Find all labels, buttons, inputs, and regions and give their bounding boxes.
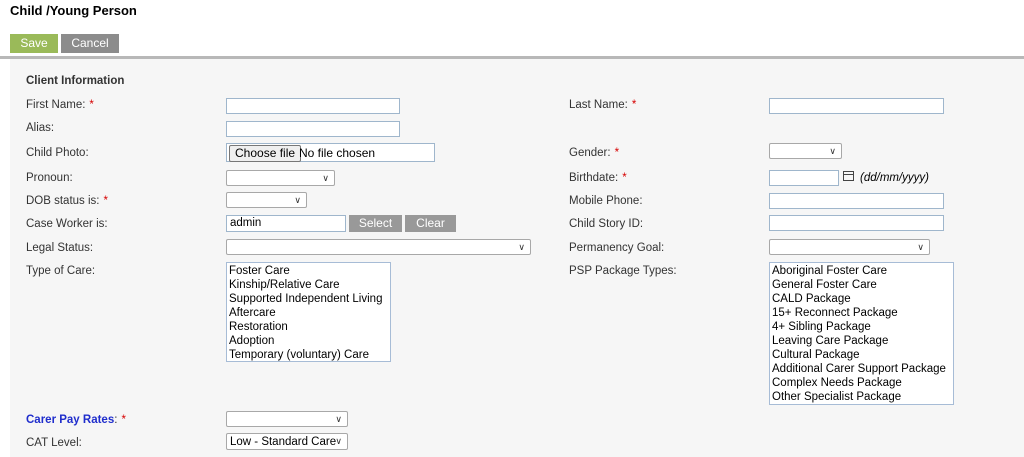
chevron-down-icon: ∨ [294, 195, 301, 205]
gender-label: Gender: * [569, 147, 620, 159]
list-item[interactable]: Additional Carer Support Package [772, 362, 951, 376]
chevron-down-icon: ∨ [322, 173, 329, 183]
first-name-input[interactable] [226, 98, 400, 114]
chevron-down-icon: ∨ [518, 242, 525, 252]
child-photo-file-input[interactable]: Choose file No file chosen [226, 143, 435, 162]
list-item[interactable]: Leaving Care Package [772, 334, 951, 348]
last-name-label: Last Name: * [569, 99, 637, 111]
pronoun-select[interactable]: ∨ [226, 170, 335, 186]
list-item[interactable]: Other Specialist Package [772, 390, 951, 404]
case-worker-select-button[interactable]: Select [349, 215, 402, 232]
page-title: Child /Young Person [10, 3, 137, 18]
list-item[interactable]: Aboriginal Foster Care [772, 264, 951, 278]
type-of-care-label: Type of Care: [26, 265, 96, 277]
psp-package-types-listbox[interactable]: Aboriginal Foster Care General Foster Ca… [769, 262, 954, 405]
chevron-down-icon: ∨ [829, 146, 836, 156]
case-worker-label: Case Worker is: [26, 218, 108, 230]
list-item[interactable]: 4+ Sibling Package [772, 320, 951, 334]
choose-file-button[interactable]: Choose file [229, 145, 302, 162]
birthdate-input[interactable] [769, 170, 839, 186]
chevron-down-icon: ∨ [335, 414, 342, 424]
gender-select[interactable]: ∨ [769, 143, 842, 159]
list-item[interactable]: Adoption [229, 334, 388, 348]
required-mark: * [631, 99, 637, 111]
birthdate-format-hint: (dd/mm/yyyy) [860, 172, 929, 184]
first-name-label: First Name: * [26, 99, 94, 111]
permanency-goal-select[interactable]: ∨ [769, 239, 930, 255]
section-title: Client Information [26, 75, 125, 87]
required-mark: * [614, 147, 620, 159]
cancel-button[interactable]: Cancel [61, 34, 119, 53]
required-mark: * [622, 172, 627, 184]
last-name-input[interactable] [769, 98, 944, 114]
list-item[interactable]: Restoration [229, 320, 388, 334]
permanency-goal-label: Permanency Goal: [569, 242, 665, 254]
list-item[interactable]: Temporary (voluntary) Care [229, 348, 388, 361]
carer-pay-rates-label[interactable]: Carer Pay Rates: * [26, 414, 126, 426]
file-status-text: No file chosen [299, 146, 376, 160]
chevron-down-icon: ∨ [917, 242, 924, 252]
list-item[interactable]: Supported Independent Living [229, 292, 388, 306]
legal-status-label: Legal Status: [26, 242, 94, 254]
list-item[interactable]: Complex Needs Package [772, 376, 951, 390]
psp-package-types-label: PSP Package Types: [569, 265, 677, 277]
required-mark: * [89, 99, 94, 111]
cat-level-selected-value: Low - Standard Care [230, 436, 337, 448]
required-mark: * [121, 414, 126, 426]
cat-level-label: CAT Level: [26, 437, 82, 449]
type-of-care-listbox[interactable]: Foster Care Kinship/Relative Care Suppor… [226, 262, 391, 362]
child-story-id-label: Child Story ID: [569, 218, 644, 230]
child-story-id-input[interactable] [769, 215, 944, 231]
case-worker-input[interactable]: admin [226, 215, 346, 232]
dob-status-select[interactable]: ∨ [226, 192, 307, 208]
mobile-phone-input[interactable] [769, 193, 944, 209]
cat-level-select[interactable]: Low - Standard Care ∨ [226, 433, 348, 450]
list-item[interactable]: Cultural Package [772, 348, 951, 362]
mobile-phone-label: Mobile Phone: [569, 195, 643, 207]
carer-pay-rates-link[interactable]: Carer Pay Rates [26, 414, 114, 426]
list-item[interactable]: Kinship/Relative Care [229, 278, 388, 292]
list-item[interactable]: General Foster Care [772, 278, 951, 292]
list-item[interactable]: 15+ Reconnect Package [772, 306, 951, 320]
list-item[interactable]: CALD Package [772, 292, 951, 306]
case-worker-clear-button[interactable]: Clear [405, 215, 456, 232]
alias-label: Alias: [26, 122, 55, 134]
carer-pay-rates-select[interactable]: ∨ [226, 411, 348, 427]
list-item[interactable]: Aftercare [229, 306, 388, 320]
save-button[interactable]: Save [10, 34, 58, 53]
required-mark: * [103, 195, 108, 207]
birthdate-label: Birthdate: * [569, 172, 627, 184]
chevron-down-icon: ∨ [335, 436, 342, 446]
dob-status-label: DOB status is: * [26, 195, 108, 207]
legal-status-select[interactable]: ∨ [226, 239, 531, 255]
alias-input[interactable] [226, 121, 400, 137]
list-item[interactable]: Foster Care [229, 264, 388, 278]
calendar-icon[interactable] [843, 171, 854, 181]
child-photo-label: Child Photo: [26, 147, 89, 159]
pronoun-label: Pronoun: [26, 172, 73, 184]
